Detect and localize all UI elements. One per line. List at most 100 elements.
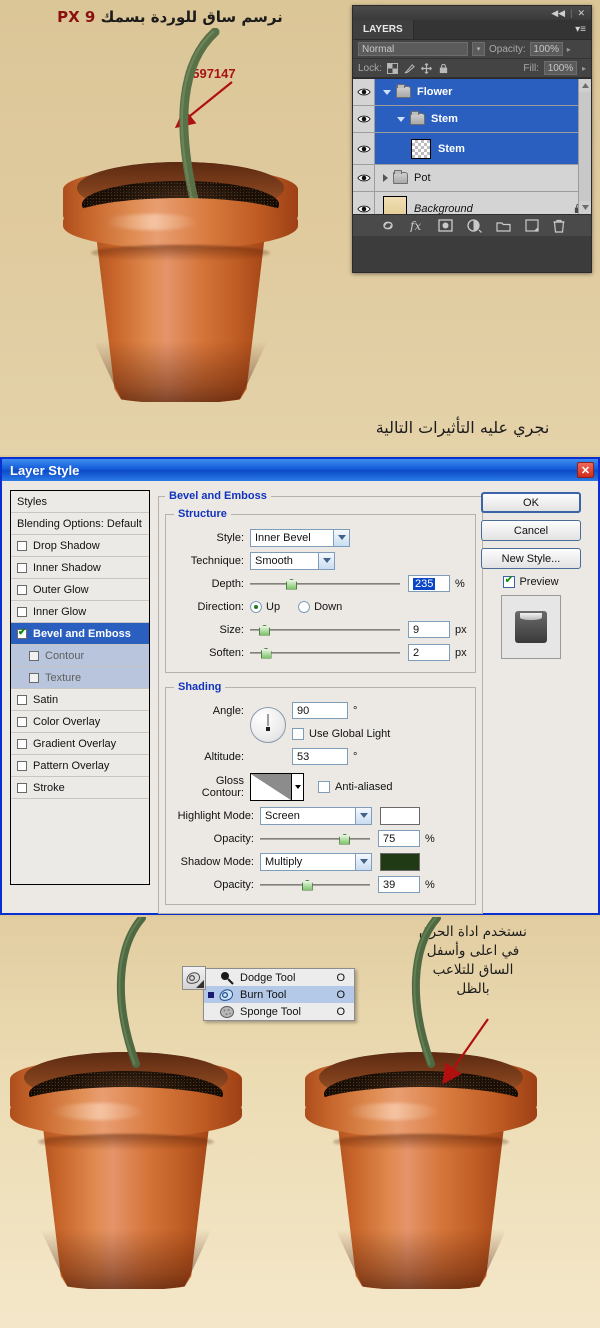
disclosure-triangle-icon[interactable] (397, 116, 405, 122)
table-row[interactable]: Background (353, 192, 591, 214)
styles-list[interactable]: Styles Blending Options: Default Drop Sh… (10, 490, 150, 885)
radio[interactable] (298, 600, 311, 613)
menu-item-sponge-tool[interactable]: Sponge Tool O (204, 1003, 354, 1020)
size-slider[interactable] (250, 622, 400, 638)
depth-slider[interactable] (250, 576, 400, 592)
highlight-color-swatch[interactable] (380, 806, 420, 825)
chevron-down-icon[interactable] (355, 853, 371, 870)
checkbox[interactable] (17, 738, 27, 749)
table-row[interactable]: Stem (353, 106, 591, 133)
transparency-lock-icon[interactable] (386, 62, 398, 74)
opacity-chevron-right-icon[interactable]: ▸ (567, 45, 571, 54)
use-global-light-checkbox[interactable] (292, 727, 304, 740)
tab-layers[interactable]: LAYERS (353, 20, 414, 39)
checkbox[interactable] (17, 584, 27, 595)
link-layers-icon[interactable] (380, 220, 396, 231)
checkbox[interactable] (17, 782, 27, 793)
fx-icon[interactable]: fx (410, 219, 424, 232)
shadow-opacity-slider[interactable] (260, 877, 370, 893)
close-icon[interactable]: ✕ (577, 8, 585, 19)
shadow-color-swatch[interactable] (380, 852, 420, 871)
gloss-contour-chevron-down-icon[interactable] (292, 773, 304, 801)
menu-item-dodge-tool[interactable]: Dodge Tool O (204, 969, 354, 986)
style-item-bevel-and-emboss[interactable]: Bevel and Emboss (11, 623, 149, 645)
checkbox[interactable] (17, 606, 27, 617)
checkbox[interactable] (17, 627, 27, 639)
style-item-outer-glow[interactable]: Outer Glow (11, 579, 149, 601)
cancel-button[interactable]: Cancel (481, 520, 581, 541)
checkbox[interactable] (29, 650, 39, 661)
checkbox[interactable] (17, 760, 27, 771)
visibility-toggle[interactable] (353, 106, 375, 132)
technique-select[interactable]: Smooth (250, 551, 335, 570)
panel-menu-icon[interactable]: ▾≡ (575, 25, 586, 35)
ok-button[interactable]: OK (481, 492, 581, 513)
add-mask-icon[interactable] (437, 219, 453, 232)
scroll-up-icon[interactable] (579, 79, 591, 92)
table-row[interactable]: Flower (353, 79, 591, 106)
size-input[interactable]: 9 (408, 621, 450, 638)
soften-input[interactable]: 2 (408, 644, 450, 661)
disclosure-triangle-icon[interactable] (383, 174, 388, 182)
angle-dial[interactable] (250, 707, 286, 743)
fill-value[interactable]: 100% (543, 61, 577, 75)
styles-header[interactable]: Styles (11, 491, 149, 513)
shadow-opacity-input[interactable]: 39 (378, 876, 420, 893)
scroll-down-icon[interactable] (579, 201, 591, 214)
layers-scrollbar[interactable] (578, 79, 591, 214)
blend-mode-chevron-down-icon[interactable]: ▾ (472, 42, 485, 56)
chevron-down-icon[interactable] (355, 807, 371, 824)
layer-thumbnail[interactable] (411, 138, 431, 159)
visibility-toggle[interactable] (353, 133, 375, 164)
layers-panel[interactable]: ◀◀ | ✕ LAYERS ▾≡ Normal ▾ Opacity: 100% … (352, 5, 592, 273)
style-item-contour[interactable]: Contour (11, 645, 149, 667)
checkbox[interactable] (17, 562, 27, 573)
disclosure-triangle-icon[interactable] (383, 89, 391, 95)
preview-toggle[interactable]: Preview (503, 573, 559, 588)
all-lock-icon[interactable] (438, 63, 449, 74)
style-item-drop-shadow[interactable]: Drop Shadow (11, 535, 149, 557)
layer-thumbnail[interactable] (383, 195, 407, 214)
style-item-pattern-overlay[interactable]: Pattern Overlay (11, 755, 149, 777)
table-row[interactable]: Pot (353, 165, 591, 192)
checkbox[interactable] (29, 672, 39, 683)
tool-flyout-menu[interactable]: Dodge Tool O Burn Tool O Sponge Tool O (182, 966, 355, 1021)
style-select[interactable]: Inner Bevel (250, 528, 350, 547)
delete-layer-icon[interactable] (553, 219, 565, 233)
layer-style-dialog[interactable]: Layer Style ✕ Styles Blending Options: D… (0, 457, 600, 915)
move-lock-icon[interactable] (421, 62, 432, 74)
preview-checkbox[interactable] (503, 573, 516, 588)
gloss-contour-preview[interactable] (250, 773, 292, 801)
style-item-inner-glow[interactable]: Inner Glow (11, 601, 149, 623)
menu-item-burn-tool[interactable]: Burn Tool O (204, 986, 354, 1003)
close-button[interactable]: ✕ (577, 462, 594, 478)
fill-chevron-right-icon[interactable]: ▸ (582, 64, 586, 73)
blend-mode-select[interactable]: Normal (358, 42, 468, 56)
adjustment-layer-icon[interactable] (466, 218, 482, 233)
style-item-color-overlay[interactable]: Color Overlay (11, 711, 149, 733)
visibility-toggle[interactable] (353, 79, 375, 105)
style-item-gradient-overlay[interactable]: Gradient Overlay (11, 733, 149, 755)
brush-lock-icon[interactable] (404, 63, 415, 74)
style-item-stroke[interactable]: Stroke (11, 777, 149, 799)
soften-slider[interactable] (250, 645, 400, 661)
direction-down-radio[interactable]: Down (298, 600, 342, 613)
depth-input[interactable]: 235 (408, 575, 450, 592)
layers-list[interactable]: Flower Stem Stem Pot Background (353, 78, 591, 214)
checkbox[interactable] (17, 716, 27, 727)
visibility-toggle[interactable] (353, 165, 375, 191)
table-row[interactable]: Stem (353, 133, 591, 165)
altitude-input[interactable]: 53 (292, 748, 348, 765)
new-group-icon[interactable] (495, 220, 511, 232)
visibility-toggle[interactable] (353, 192, 375, 214)
anti-aliased-checkbox[interactable] (318, 781, 330, 793)
chevron-down-icon[interactable] (333, 529, 349, 546)
direction-up-radio[interactable]: Up (250, 600, 280, 613)
new-layer-icon[interactable] (524, 219, 539, 232)
collapse-icon[interactable]: ◀◀ (551, 8, 565, 19)
radio[interactable] (250, 600, 262, 613)
shadow-mode-select[interactable]: Multiply (260, 852, 372, 871)
new-style-button[interactable]: New Style... (481, 548, 581, 569)
chevron-down-icon[interactable] (318, 552, 334, 569)
blending-options-item[interactable]: Blending Options: Default (11, 513, 149, 535)
